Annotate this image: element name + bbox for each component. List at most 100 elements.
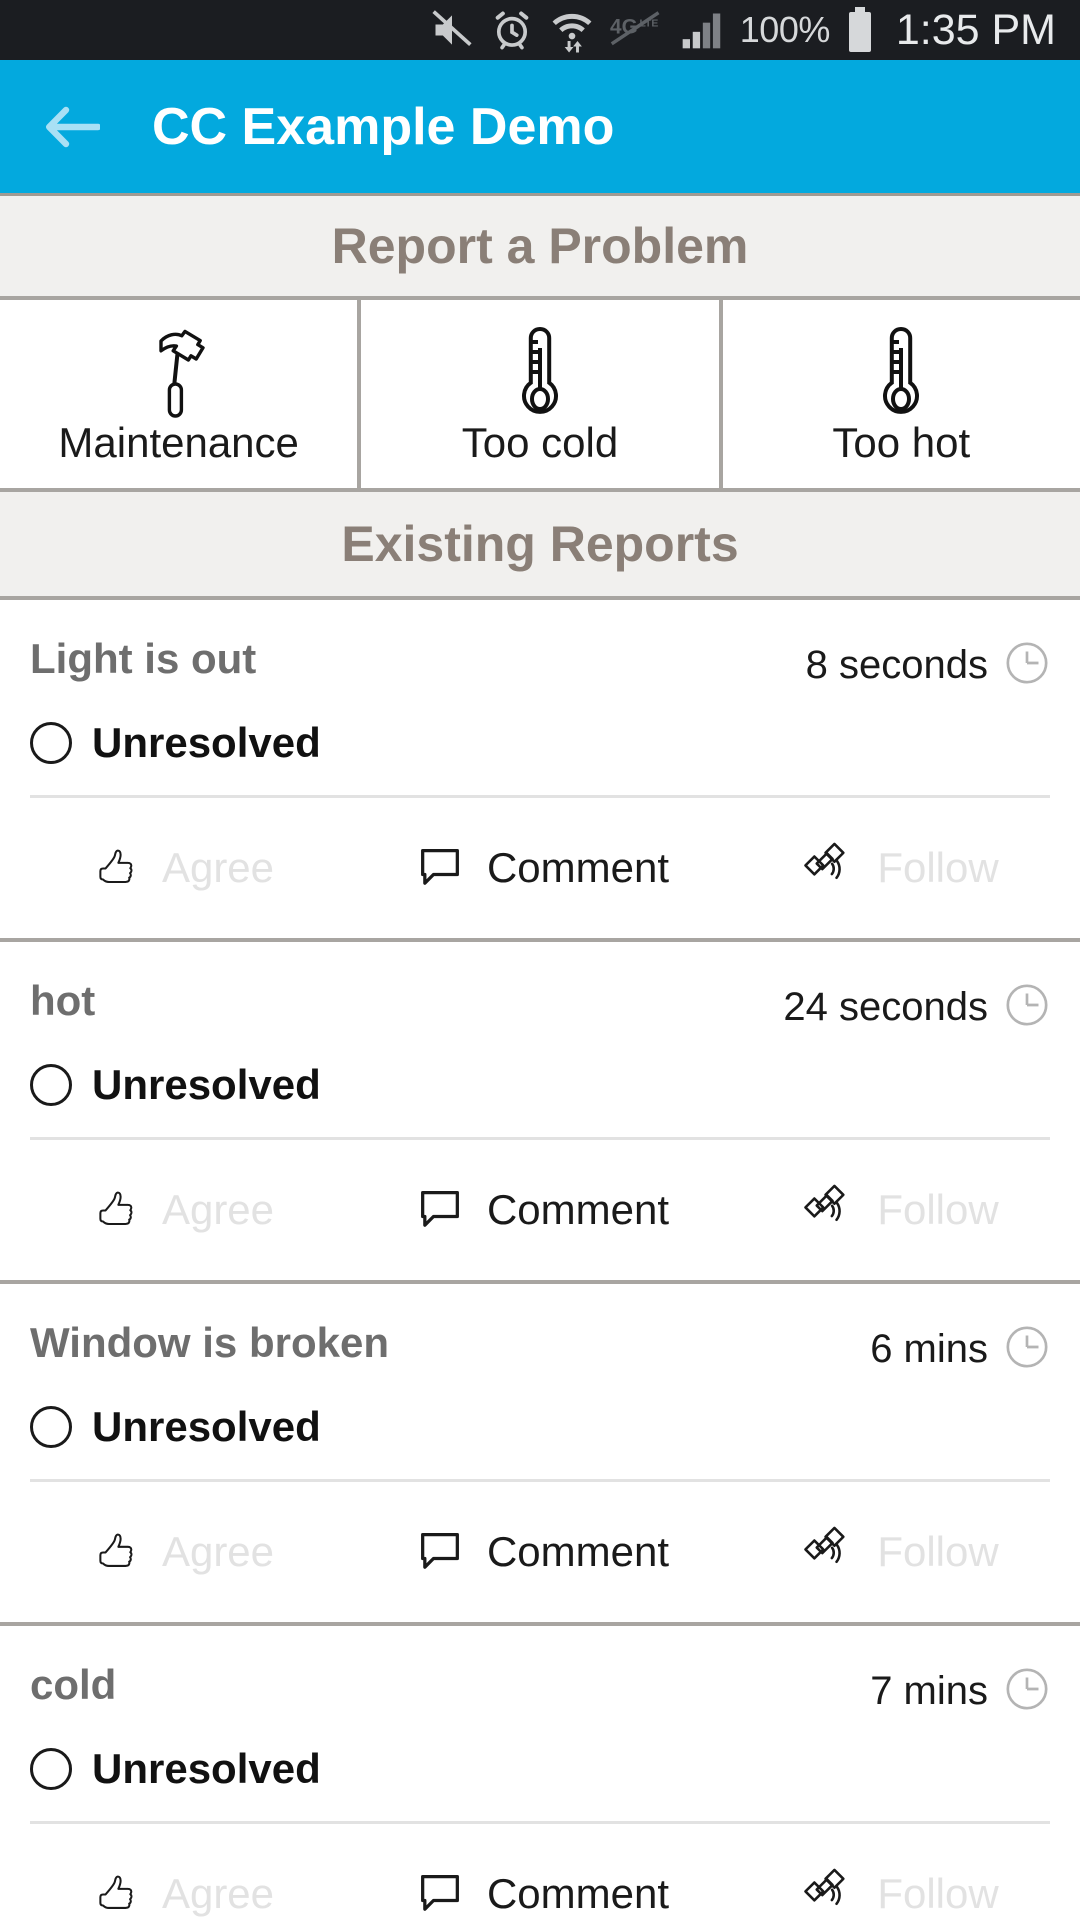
report-title: hot	[30, 977, 96, 1024]
agree-label: Agree	[161, 1186, 275, 1233]
report-card[interactable]: Light is out 8 seconds Unresolved Agree …	[0, 600, 1080, 942]
tile-label-maintenance: Maintenance	[58, 419, 299, 466]
status-radio-icon[interactable]	[30, 1064, 72, 1106]
report-time-group: 24 seconds	[783, 976, 1050, 1033]
comment-bubble-icon	[411, 1523, 469, 1581]
comment-bubble-icon	[411, 839, 469, 897]
satellite-icon	[801, 1181, 859, 1239]
report-card-header: hot 24 seconds	[30, 976, 1050, 1033]
status-bar-clock: 1:35 PM	[895, 5, 1056, 54]
report-time: 7 mins	[870, 1669, 988, 1713]
follow-button[interactable]: Follow	[720, 1181, 1080, 1239]
report-actions: Agree Comment Follow	[0, 1482, 1080, 1622]
report-status[interactable]: Unresolved	[30, 1403, 1050, 1479]
comment-label: Comment	[486, 1186, 670, 1233]
report-status-label: Unresolved	[92, 1403, 321, 1450]
comment-button[interactable]: Comment	[360, 1523, 720, 1581]
report-title: Window is broken	[30, 1319, 389, 1366]
report-card[interactable]: Window is broken 6 mins Unresolved Agree…	[0, 1284, 1080, 1626]
follow-label: Follow	[877, 1186, 999, 1233]
follow-label: Follow	[877, 844, 999, 891]
signal-bars-icon	[678, 8, 724, 52]
report-time-group: 7 mins	[870, 1660, 1050, 1717]
satellite-icon	[801, 1523, 859, 1581]
report-actions: Agree Comment Follow	[0, 1824, 1080, 1920]
report-time-group: 6 mins	[870, 1318, 1050, 1375]
page-title: CC Example Demo	[152, 97, 615, 156]
report-status-label: Unresolved	[92, 1061, 321, 1108]
report-actions: Agree Comment Follow	[0, 1140, 1080, 1280]
tile-label-too-cold: Too cold	[461, 419, 619, 466]
status-radio-icon[interactable]	[30, 1748, 72, 1790]
comment-label: Comment	[486, 1870, 670, 1917]
thermometer-icon	[868, 324, 934, 420]
thermometer-icon	[507, 324, 573, 420]
clock-icon	[1004, 1324, 1050, 1375]
comment-bubble-icon	[411, 1865, 469, 1920]
wifi-icon	[550, 6, 594, 54]
follow-label: Follow	[877, 1528, 999, 1575]
comment-bubble-icon	[411, 1181, 469, 1239]
report-card-header: cold 7 mins	[30, 1660, 1050, 1717]
tile-maintenance[interactable]: Maintenance	[0, 300, 362, 488]
existing-reports-header: Existing Reports	[0, 492, 1080, 600]
report-status-label: Unresolved	[92, 1745, 321, 1792]
follow-button[interactable]: Follow	[720, 839, 1080, 897]
agree-button[interactable]: Agree	[0, 839, 360, 897]
comment-button[interactable]: Comment	[360, 839, 720, 897]
tile-label-too-hot: Too hot	[832, 419, 971, 466]
back-arrow-icon[interactable]	[44, 104, 102, 150]
status-radio-icon[interactable]	[30, 722, 72, 764]
report-card-header: Light is out 8 seconds	[30, 634, 1050, 691]
report-time: 24 seconds	[783, 985, 988, 1029]
agree-label: Agree	[161, 1528, 275, 1575]
tile-too-cold[interactable]: Too cold	[361, 300, 723, 488]
report-card[interactable]: cold 7 mins Unresolved Agree Comment Fol…	[0, 1626, 1080, 1920]
report-status[interactable]: Unresolved	[30, 719, 1050, 795]
report-card-body: hot 24 seconds Unresolved	[0, 942, 1080, 1137]
report-section-title: Report a Problem	[331, 218, 749, 274]
report-section-header: Report a Problem	[0, 196, 1080, 300]
comment-button[interactable]: Comment	[360, 1865, 720, 1920]
category-tiles: Maintenance Too cold Too hot	[0, 300, 1080, 492]
report-time: 6 mins	[870, 1327, 988, 1371]
comment-label: Comment	[486, 844, 670, 891]
report-card-body: Window is broken 6 mins Unresolved	[0, 1284, 1080, 1479]
agree-button[interactable]: Agree	[0, 1181, 360, 1239]
comment-button[interactable]: Comment	[360, 1181, 720, 1239]
clock-icon	[1004, 640, 1050, 691]
report-actions: Agree Comment Follow	[0, 798, 1080, 938]
mute-icon	[430, 8, 474, 52]
report-card[interactable]: hot 24 seconds Unresolved Agree Comment …	[0, 942, 1080, 1284]
follow-button[interactable]: Follow	[720, 1523, 1080, 1581]
lte-disabled-icon: 4G LTE	[610, 10, 662, 50]
report-status[interactable]: Unresolved	[30, 1061, 1050, 1137]
status-bar: 4G LTE 100% 1:35 PM	[0, 0, 1080, 60]
agree-label: Agree	[161, 1870, 275, 1917]
thumbs-up-icon	[86, 839, 144, 897]
agree-label: Agree	[161, 844, 275, 891]
agree-button[interactable]: Agree	[0, 1523, 360, 1581]
report-time-group: 8 seconds	[806, 634, 1050, 691]
report-card-header: Window is broken 6 mins	[30, 1318, 1050, 1375]
hammer-icon	[139, 324, 219, 420]
tile-too-hot[interactable]: Too hot	[722, 300, 1080, 488]
comment-label: Comment	[486, 1528, 670, 1575]
report-status[interactable]: Unresolved	[30, 1745, 1050, 1821]
report-card-body: Light is out 8 seconds Unresolved	[0, 600, 1080, 795]
battery-percent-label: 100%	[739, 9, 831, 50]
battery-icon	[846, 6, 874, 54]
status-radio-icon[interactable]	[30, 1406, 72, 1448]
follow-button[interactable]: Follow	[720, 1865, 1080, 1920]
agree-button[interactable]: Agree	[0, 1865, 360, 1920]
thumbs-up-icon	[86, 1523, 144, 1581]
alarm-icon	[490, 8, 534, 52]
thumbs-up-icon	[86, 1181, 144, 1239]
existing-reports-title: Existing Reports	[341, 516, 739, 572]
report-title: Light is out	[30, 635, 257, 682]
follow-label: Follow	[877, 1870, 999, 1917]
app-bar: CC Example Demo	[0, 60, 1080, 196]
report-card-body: cold 7 mins Unresolved	[0, 1626, 1080, 1821]
report-title: cold	[30, 1661, 117, 1708]
reports-list: Light is out 8 seconds Unresolved Agree …	[0, 600, 1080, 1920]
